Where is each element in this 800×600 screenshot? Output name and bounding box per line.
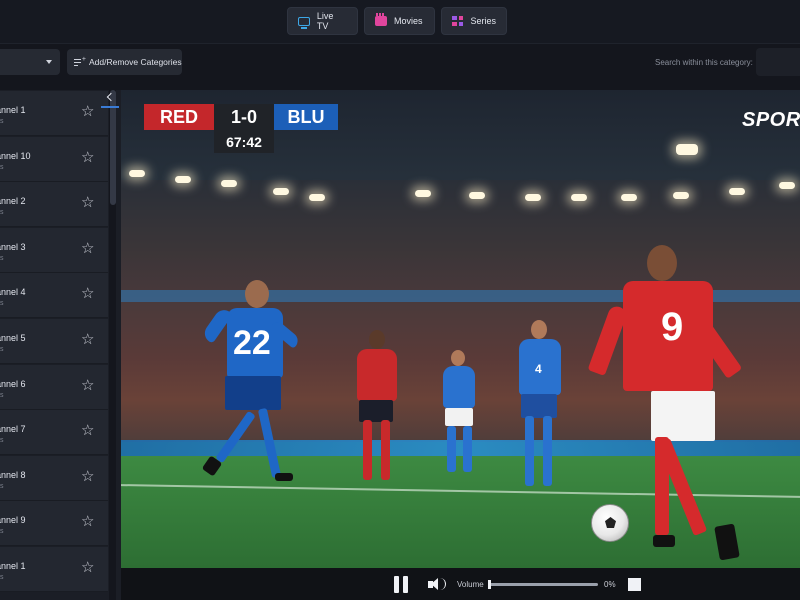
tv-icon xyxy=(298,16,310,29)
floodlights xyxy=(121,144,800,208)
channel-name: annel 1 xyxy=(0,105,26,115)
list-add-icon xyxy=(74,56,86,66)
channel-subtitle: s xyxy=(0,209,4,217)
channel-name: annel 6 xyxy=(0,378,26,389)
channel-item[interactable]: annel 4 s ☆ xyxy=(0,273,108,319)
player-number: 9 xyxy=(661,305,684,349)
channel-item[interactable]: annel 8 s ☆ xyxy=(0,455,108,501)
tab-label: Movies xyxy=(394,16,423,26)
iptv-player-app: Live TV Movies Series Add/Remove Categor… xyxy=(0,0,800,600)
channel-name: annel 10 xyxy=(0,150,31,161)
channel-item[interactable]: annel 6 s ☆ xyxy=(0,364,108,410)
collapse-sidebar-button[interactable] xyxy=(104,90,118,106)
stop-button[interactable] xyxy=(628,578,641,591)
category-search-input[interactable] xyxy=(756,48,800,76)
player-blue-22: 22 xyxy=(189,280,302,530)
favorite-star-icon[interactable]: ☆ xyxy=(81,514,94,529)
channel-item[interactable]: annel 5 s ☆ xyxy=(0,319,108,364)
add-remove-categories-button[interactable]: Add/Remove Categories xyxy=(67,49,182,75)
volume-slider-thumb[interactable] xyxy=(488,580,491,589)
favorite-star-icon[interactable]: ☆ xyxy=(81,423,94,438)
channel-subtitle: s xyxy=(0,254,4,262)
volume-percent: 0% xyxy=(604,580,616,589)
player-red-mid xyxy=(347,330,407,500)
channel-name: annel 5 xyxy=(0,333,26,343)
tab-label: Series xyxy=(470,16,496,26)
search-label: Search within this category: xyxy=(655,58,753,67)
player-blue-mid xyxy=(437,350,481,480)
channel-subtitle: s xyxy=(0,118,4,125)
channel-item[interactable]: annel 7 s ☆ xyxy=(0,410,108,456)
channel-name: annel 2 xyxy=(0,196,26,207)
tab-label: Live TV xyxy=(316,11,334,31)
collapse-indicator xyxy=(101,106,119,108)
soccer-ball xyxy=(591,504,629,542)
channel-subtitle: s xyxy=(0,163,4,171)
favorite-star-icon[interactable]: ☆ xyxy=(81,469,94,484)
volume-label: Volume xyxy=(457,580,484,589)
home-team: RED xyxy=(144,104,214,130)
video-player[interactable]: 22 4 9 RED 1-0 BLU 67:42 SPOR xyxy=(121,90,800,568)
player-number: 22 xyxy=(233,324,271,362)
channel-item[interactable]: annel 1 s ☆ xyxy=(0,547,108,592)
movies-icon xyxy=(375,13,387,26)
channel-name: annel 8 xyxy=(0,469,26,480)
channel-name: annel 4 xyxy=(0,287,26,298)
top-nav-bar: Live TV Movies Series xyxy=(0,0,800,44)
channel-name: annel 7 xyxy=(0,424,26,435)
channel-item[interactable]: annel 1 s ☆ xyxy=(0,91,108,136)
tab-live-tv[interactable]: Live TV xyxy=(287,7,358,35)
favorite-star-icon[interactable]: ☆ xyxy=(81,378,94,393)
favorite-star-icon[interactable]: ☆ xyxy=(81,150,94,165)
channel-logo: SPOR xyxy=(742,109,800,131)
channel-name: annel 9 xyxy=(0,515,26,526)
categories-button-label: Add/Remove Categories xyxy=(89,57,182,67)
tab-movies[interactable]: Movies xyxy=(364,7,435,35)
player-number: 4 xyxy=(535,362,542,376)
score: 1-0 xyxy=(214,104,274,130)
volume-slider[interactable] xyxy=(488,580,598,589)
channel-subtitle: s xyxy=(0,300,4,308)
favorite-star-icon[interactable]: ☆ xyxy=(81,241,94,256)
category-toolbar: Add/Remove Categories Search within this… xyxy=(0,44,800,90)
volume-waves-icon xyxy=(440,578,446,590)
category-dropdown[interactable] xyxy=(0,49,60,75)
match-clock: 67:42 xyxy=(214,130,274,153)
player-controls: Volume 0% xyxy=(121,568,800,600)
series-icon xyxy=(452,16,464,26)
channel-item[interactable]: annel 2 s ☆ xyxy=(0,182,108,228)
channel-subtitle: s xyxy=(0,437,4,445)
favorite-star-icon[interactable]: ☆ xyxy=(81,560,94,575)
channel-subtitle: s xyxy=(0,346,4,353)
channel-item[interactable]: annel 3 s ☆ xyxy=(0,227,108,273)
away-team: BLU xyxy=(274,104,338,130)
channel-name: annel 1 xyxy=(0,561,26,571)
favorite-star-icon[interactable]: ☆ xyxy=(81,286,94,301)
channel-subtitle: s xyxy=(0,391,4,399)
channel-subtitle: s xyxy=(0,574,4,581)
player-blue-4: 4 xyxy=(513,320,569,500)
favorite-star-icon[interactable]: ☆ xyxy=(81,332,94,347)
pause-button[interactable] xyxy=(394,576,409,593)
channel-name: annel 3 xyxy=(0,241,26,252)
favorite-star-icon[interactable]: ☆ xyxy=(81,104,94,119)
channel-item[interactable]: annel 9 s ☆ xyxy=(0,501,108,547)
channel-subtitle: s xyxy=(0,482,4,490)
channel-subtitle: s xyxy=(0,528,4,536)
tab-series[interactable]: Series xyxy=(441,7,507,35)
chevron-down-icon xyxy=(46,60,52,64)
channel-item[interactable]: annel 10 s ☆ xyxy=(0,136,108,182)
favorite-star-icon[interactable]: ☆ xyxy=(81,195,94,210)
